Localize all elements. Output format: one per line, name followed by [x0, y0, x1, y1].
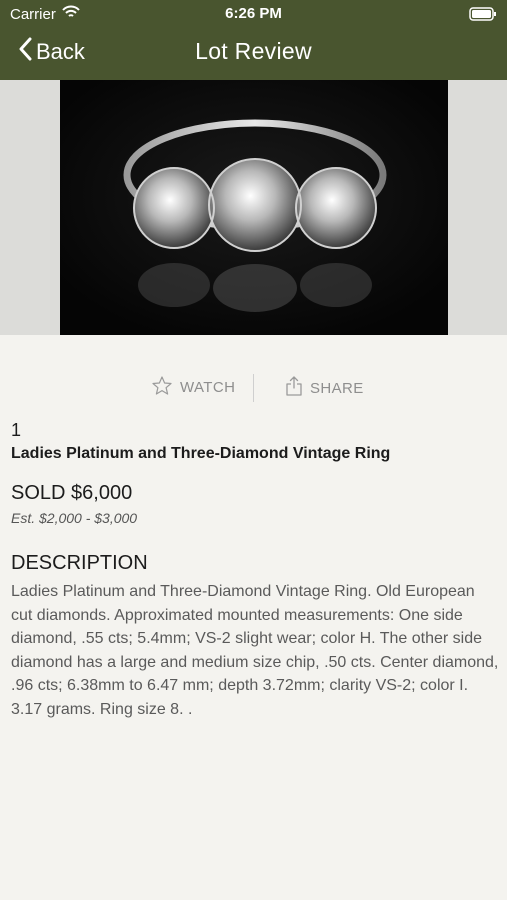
- lot-title: Ladies Platinum and Three-Diamond Vintag…: [11, 445, 391, 462]
- lot-actions: WATCH SHARE: [0, 370, 507, 406]
- watch-button[interactable]: WATCH: [152, 376, 235, 399]
- lot-image-area: [0, 80, 507, 335]
- actions-divider: [253, 374, 254, 402]
- lot-number: 1: [11, 420, 22, 440]
- share-button[interactable]: SHARE: [286, 376, 364, 400]
- price-estimate: Est. $2,000 - $3,000: [11, 510, 138, 526]
- header: Carrier 6:26 PM Back Lot Review: [0, 0, 507, 80]
- description-body: Ladies Platinum and Three-Diamond Vintag…: [11, 583, 499, 718]
- navigation-bar: Back Lot Review: [0, 30, 507, 74]
- star-icon: [152, 376, 172, 399]
- status-time: 6:26 PM: [225, 5, 282, 22]
- share-label: SHARE: [310, 379, 364, 397]
- page-title: Lot Review: [195, 38, 312, 64]
- lot-photo[interactable]: [60, 80, 448, 335]
- battery-icon: [469, 7, 497, 25]
- sold-price: SOLD $6,000: [11, 482, 133, 504]
- share-icon: [286, 376, 302, 400]
- status-bar: Carrier 6:26 PM: [0, 0, 507, 28]
- description-heading: DESCRIPTION: [11, 552, 148, 574]
- watch-label: WATCH: [180, 379, 236, 396]
